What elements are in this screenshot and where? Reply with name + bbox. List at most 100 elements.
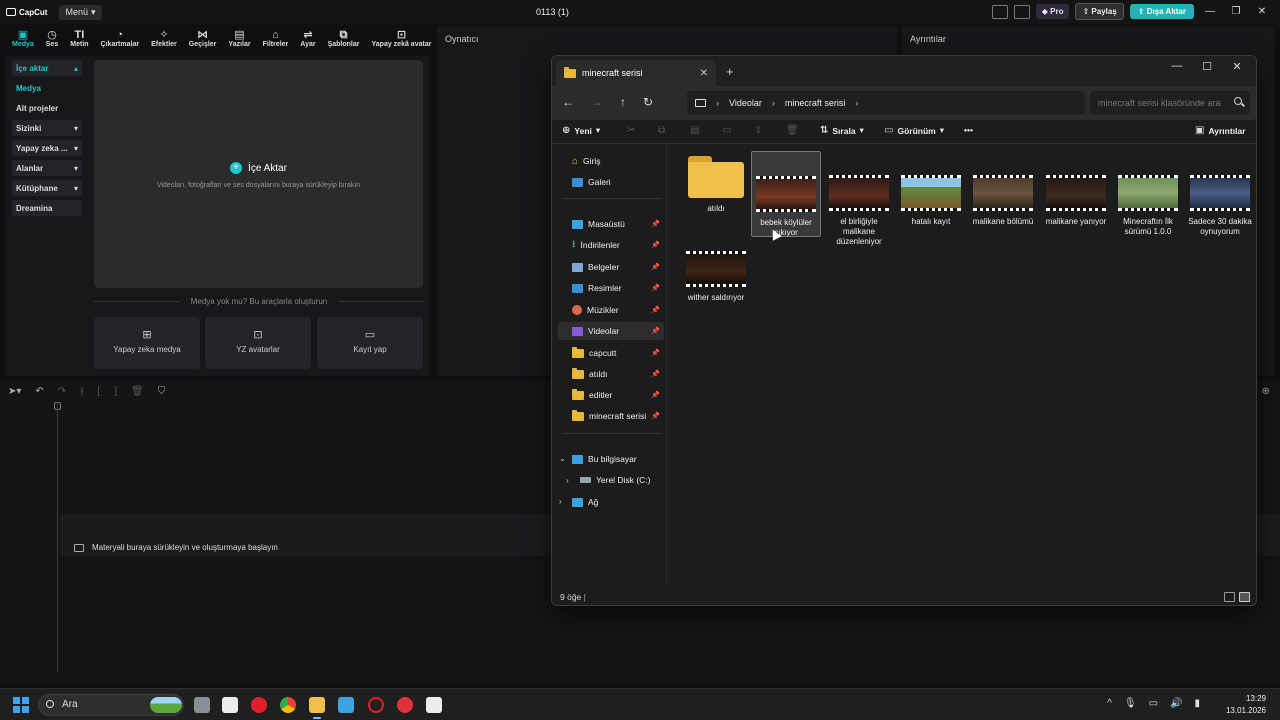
sidebar-item-import[interactable]: İçe aktar ▴ — [12, 60, 82, 76]
view-button[interactable]: ▭ Görünüm ▾ — [884, 125, 944, 136]
maximize-icon[interactable]: ❐ — [1226, 6, 1246, 17]
large-icons-view-icon[interactable] — [1239, 592, 1250, 602]
capcut-app-icon[interactable] — [222, 697, 238, 713]
sidebar-item-library[interactable]: Kütüphane ▾ — [12, 180, 82, 196]
explorer-tab[interactable]: minecraft serisi ✕ — [556, 60, 716, 86]
file-item-video[interactable]: Sadece 30 dakika oynuyorum — [1185, 156, 1255, 237]
nav-item-atildi[interactable]: atıldı 📌 — [558, 365, 664, 383]
delete-icon[interactable]: 🗑 — [786, 125, 799, 136]
task-view-icon[interactable] — [194, 697, 210, 713]
nav-item-documents[interactable]: Belgeler 📌 — [558, 258, 664, 276]
sidebar-item-subprojects[interactable]: Alt projeler — [12, 100, 82, 116]
back-icon[interactable]: ← — [562, 95, 574, 109]
record-button[interactable]: ▭ Kayıt yap — [317, 317, 423, 369]
nav-item-minecraft-serisi[interactable]: minecraft serisi 📌 — [558, 407, 664, 425]
close-icon[interactable]: ✕ — [1252, 6, 1272, 17]
tool-effects[interactable]: ✧ Efektler — [145, 27, 183, 51]
close-icon[interactable]: ✕ — [1222, 60, 1252, 73]
details-button[interactable]: ▣ Ayrıntılar — [1195, 125, 1245, 136]
file-item-video[interactable]: malikane yanıyor — [1041, 156, 1111, 227]
shield-icon[interactable]: ⛉ — [158, 386, 166, 397]
sidebar-item-media[interactable]: Medya — [12, 80, 82, 96]
ai-avatars-button[interactable]: ⊡ YZ avatarlar — [205, 317, 311, 369]
zoom-icon[interactable]: ⊕ — [1262, 386, 1270, 397]
breadcrumb[interactable]: › Videolar › minecraft serisi › — [687, 91, 1085, 115]
undo-icon[interactable]: ↶ — [35, 386, 43, 397]
refresh-icon[interactable]: ↻ — [643, 95, 653, 109]
battery-icon[interactable]: ▮ — [1194, 698, 1200, 709]
file-explorer-icon[interactable] — [309, 697, 325, 713]
recorder-icon[interactable] — [397, 697, 413, 713]
import-dropzone[interactable]: + İçe Aktar Videoları, fotoğrafları ve s… — [94, 60, 423, 288]
breadcrumb-item[interactable]: minecraft serisi — [785, 98, 846, 108]
nav-item-home[interactable]: ⌂ Giriş — [558, 152, 664, 170]
file-item-video[interactable]: hatalı kayıt — [896, 156, 966, 227]
volume-icon[interactable]: 🔊 — [1170, 698, 1182, 709]
sidebar-item-yours[interactable]: Sizinki ▾ — [12, 120, 82, 136]
export-button[interactable]: ⇪ Dışa Aktar — [1129, 4, 1194, 19]
file-item-video[interactable]: el birliğiyle malikane düzenleniyor — [824, 156, 894, 247]
share-button[interactable]: ⇧ Paylaş — [1075, 3, 1124, 20]
ai-media-button[interactable]: ⊞ Yapay zeka medya — [94, 317, 200, 369]
tool-transitions[interactable]: ⋈ Geçişler — [183, 27, 223, 51]
nav-item-videos[interactable]: Videolar 📌 — [558, 322, 664, 340]
tool-filters[interactable]: ⌂ Filtreler — [257, 27, 295, 51]
nav-item-network[interactable]: Ağ — [558, 493, 664, 511]
capcut-app-icon[interactable] — [426, 697, 442, 713]
rename-icon[interactable]: ▭ — [722, 125, 731, 136]
sidebar-item-spaces[interactable]: Alanlar ▾ — [12, 160, 82, 176]
paste-icon[interactable]: ▤ — [690, 125, 699, 136]
file-item-video[interactable]: wither saldırıyor — [681, 232, 751, 303]
windows-start-icon[interactable] — [13, 697, 29, 713]
trim-right-icon[interactable]: ] — [114, 386, 117, 397]
tool-ai-avatar[interactable]: ⊡ Yapay zekâ avatar — [366, 27, 438, 51]
nav-item-capcutt[interactable]: capcutt 📌 — [558, 344, 664, 362]
delete-icon[interactable]: 🗑 — [131, 386, 144, 397]
file-item-video[interactable]: malikane bölümü — [968, 156, 1038, 227]
shortcuts-icon[interactable] — [1013, 4, 1030, 19]
nav-item-gallery[interactable]: Galeri — [558, 173, 664, 191]
opera-gx-icon[interactable] — [368, 697, 384, 713]
sidebar-item-dreamina[interactable]: Dreamina — [12, 200, 82, 216]
opera-icon[interactable] — [251, 697, 267, 713]
search-input[interactable] — [1090, 91, 1250, 115]
nav-item-music[interactable]: Müzikler 📌 — [558, 301, 664, 319]
file-item-video[interactable]: Minecraftın İlk sürümü 1.0.0 — [1113, 156, 1183, 237]
forward-icon[interactable]: → — [591, 95, 603, 109]
up-icon[interactable]: ↑ — [620, 95, 626, 109]
microphone-icon[interactable]: 🎙 — [1124, 698, 1137, 709]
tool-audio[interactable]: ◷ Ses — [40, 27, 64, 51]
nav-item-local-disk[interactable]: Yerel Disk (C:) — [558, 471, 664, 489]
import-title[interactable]: + İçe Aktar — [94, 162, 423, 174]
maximize-icon[interactable]: ☐ — [1192, 60, 1222, 73]
sort-button[interactable]: ⇅ Sırala ▾ — [820, 125, 864, 136]
tool-stickers[interactable]: ◔ Çıkartmalar — [95, 27, 146, 51]
new-button[interactable]: ⊕ Yeni ▾ — [562, 125, 600, 136]
close-tab-icon[interactable]: ✕ — [700, 68, 708, 79]
nav-item-downloads[interactable]: ⭳ İndirilenler 📌 — [558, 236, 664, 254]
search-icon[interactable] — [1234, 97, 1242, 105]
nav-item-this-pc[interactable]: Bu bilgisayar — [558, 450, 664, 468]
trim-left-icon[interactable]: [ — [97, 386, 100, 397]
pro-button[interactable]: ◆ Pro — [1035, 4, 1070, 19]
minimize-icon[interactable]: — — [1162, 60, 1192, 73]
copy-icon[interactable]: ⧉ — [658, 125, 665, 136]
tool-adjust[interactable]: ⇌ Ayar — [294, 27, 321, 51]
tool-templates[interactable]: ⧉ Şablonlar — [322, 27, 366, 51]
tool-text[interactable]: TI Metin — [64, 27, 94, 51]
file-item-video[interactable]: bebek köylüler çıkıyor — [751, 151, 821, 237]
nav-item-desktop[interactable]: Masaüstü 📌 — [558, 215, 664, 233]
file-item-folder[interactable]: atıldı — [681, 156, 751, 214]
layout-icon[interactable] — [991, 4, 1008, 19]
clock[interactable]: 13:29 13.01.2026 — [1226, 693, 1266, 717]
new-tab-icon[interactable]: + — [726, 64, 734, 79]
cut-icon[interactable]: ✂ — [627, 125, 635, 136]
minimize-icon[interactable]: — — [1200, 6, 1220, 17]
select-tool-icon[interactable]: ➤▾ — [8, 386, 21, 397]
nav-item-editler[interactable]: editler 📌 — [558, 386, 664, 404]
tool-captions[interactable]: ▤ Yazılar — [222, 27, 256, 51]
split-icon[interactable]: ⫲ — [80, 386, 83, 397]
nav-item-pictures[interactable]: Resimler 📌 — [558, 279, 664, 297]
menu-button[interactable]: Menü ▾ — [59, 4, 102, 20]
tool-media[interactable]: ▣ Medya — [6, 27, 40, 51]
